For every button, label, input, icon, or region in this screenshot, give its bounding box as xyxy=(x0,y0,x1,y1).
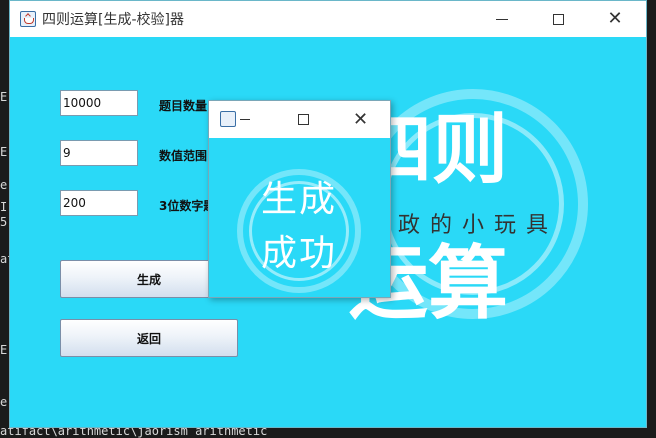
close-icon: ✕ xyxy=(607,8,623,29)
minimize-button[interactable] xyxy=(479,1,525,37)
question-count-label: 题目数量 xyxy=(159,99,208,113)
dialog-maximize-icon[interactable] xyxy=(298,114,309,125)
question-count-input[interactable] xyxy=(60,90,138,116)
java-app-icon xyxy=(220,111,236,127)
dialog-minimize-icon[interactable] xyxy=(240,119,250,120)
console-frag-5: 5 xyxy=(0,215,8,229)
window-title: 四则运算[生成-校验]器 xyxy=(42,12,184,28)
title-bar[interactable]: 四则运算[生成-校验]器 ✕ xyxy=(10,1,646,37)
console-frag-4: I xyxy=(0,200,8,214)
close-button[interactable]: ✕ xyxy=(592,1,638,37)
dialog-message-line1: 生成 xyxy=(260,179,337,220)
number-range-label: 数值范围 xyxy=(159,149,208,163)
console-frag-1: E xyxy=(0,90,8,104)
console-frag-8: e xyxy=(0,395,8,409)
three-digit-input[interactable] xyxy=(60,190,138,216)
maximize-button[interactable] xyxy=(535,1,581,37)
success-dialog: ✕ 生成 成功 xyxy=(208,100,391,298)
java-app-icon xyxy=(20,11,36,27)
maximize-icon xyxy=(552,13,564,25)
dialog-message: 生成 成功 xyxy=(249,173,349,281)
number-range-input[interactable] xyxy=(60,140,138,166)
console-frag-7: E xyxy=(0,343,8,357)
dialog-message-line2: 成功 xyxy=(260,233,337,274)
dialog-title-bar[interactable]: ✕ xyxy=(209,101,390,138)
console-frag-3: e xyxy=(0,178,8,192)
console-frag-2: E xyxy=(0,145,8,159)
three-digit-label: 3位数字题 xyxy=(159,199,216,213)
dialog-close-icon[interactable]: ✕ xyxy=(353,109,368,130)
back-button[interactable]: 返回 xyxy=(60,319,238,357)
logo-tagline: 政的小玩具 xyxy=(398,213,559,238)
minimize-icon xyxy=(496,18,508,20)
